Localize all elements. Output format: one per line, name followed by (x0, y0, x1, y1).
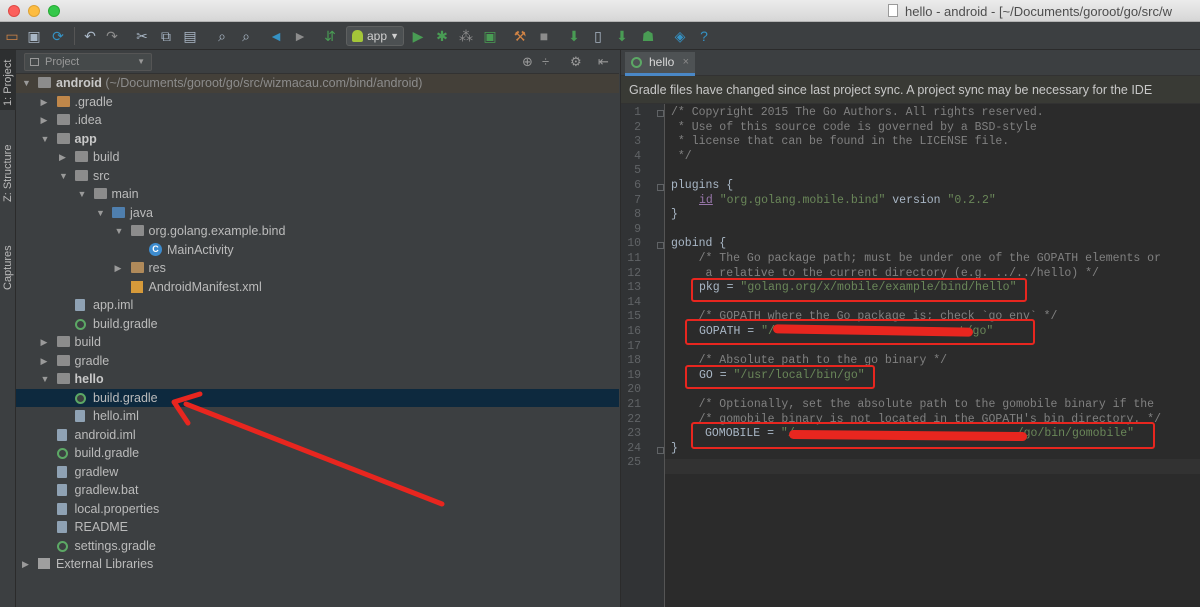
annotation-arrow (171, 391, 445, 507)
